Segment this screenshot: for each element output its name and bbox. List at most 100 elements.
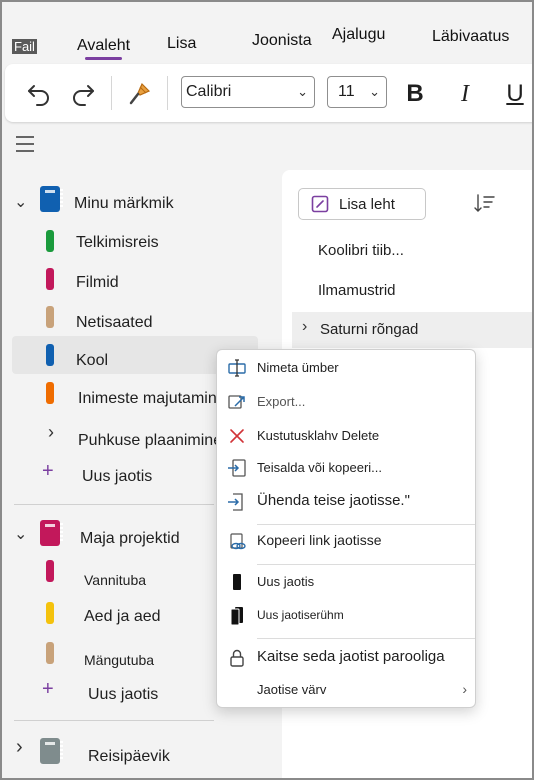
menu-draw[interactable]: Joonista xyxy=(252,32,312,50)
section-color-label: Jaotise värv xyxy=(257,682,327,697)
notebook-item[interactable]: › Reisipäevik xyxy=(2,734,260,772)
section-color-icon xyxy=(227,680,247,700)
section-item[interactable]: Filmid xyxy=(2,264,260,302)
menu-history[interactable]: Ajalugu xyxy=(332,26,385,44)
section-tab-icon xyxy=(46,230,54,252)
delete-menu-item[interactable]: Kustutusklahv Delete xyxy=(217,422,475,452)
add-page-label: Lisa leht xyxy=(339,196,395,213)
link-icon xyxy=(227,532,247,552)
chevron-right-icon[interactable]: › xyxy=(16,736,23,759)
menu-separator xyxy=(257,564,475,565)
menu-home[interactable]: Avaleht xyxy=(77,37,130,60)
section-tab-icon xyxy=(46,642,54,664)
chevron-down-icon: ⌄ xyxy=(369,84,380,99)
ribbon-toolbar: Calibri ⌄ 11 ⌄ B I U xyxy=(5,64,532,122)
notebook-item[interactable]: ⌄ Minu märkmik xyxy=(2,184,260,222)
rename-icon xyxy=(227,358,247,378)
onenote-window: Fail Avaleht Lisa Joonista Ajalugu Läbiv… xyxy=(0,0,534,780)
font-size-dropdown[interactable]: 11 ⌄ xyxy=(327,76,387,108)
merge-menu-item[interactable]: Ühenda teise jaotisse." xyxy=(217,488,475,518)
bold-button[interactable]: B xyxy=(399,78,431,110)
menu-file[interactable]: Fail xyxy=(12,39,37,54)
plus-icon: + xyxy=(42,678,54,700)
page-item[interactable]: Ilmamustrid xyxy=(318,282,396,299)
underline-button[interactable]: U xyxy=(499,78,531,110)
font-name-value: Calibri xyxy=(186,83,232,100)
export-icon xyxy=(227,392,247,412)
export-label: Export... xyxy=(257,394,306,409)
section-tab-icon xyxy=(46,344,54,366)
plus-icon: + xyxy=(42,460,54,482)
password-protect-menu-item[interactable]: Kaitse seda jaotist parooliga xyxy=(217,644,475,674)
menu-insert[interactable]: Lisa xyxy=(167,35,196,53)
new-section-group-label: Uus jaotiserühm xyxy=(257,608,344,622)
new-section-group-icon xyxy=(227,606,247,626)
chevron-down-icon[interactable]: ⌄ xyxy=(14,524,27,544)
move-copy-label: Teisalda või kopeeri... xyxy=(257,460,383,475)
page-item[interactable]: Koolibri tiib... xyxy=(318,242,404,259)
add-section-label: Uus jaotis xyxy=(82,468,153,485)
copy-link-label: Kopeeri link jaotisse xyxy=(257,532,382,548)
chevron-right-icon: › xyxy=(462,681,467,697)
new-section-menu-item[interactable]: Uus jaotis xyxy=(217,568,475,598)
move-copy-menu-item[interactable]: Teisalda või kopeeri... xyxy=(217,454,475,484)
notebook-divider xyxy=(14,720,214,721)
notebook-icon xyxy=(40,520,63,546)
notebook-name: Reisipäevik xyxy=(88,748,170,765)
section-tab-icon xyxy=(46,602,54,624)
section-tab-icon xyxy=(46,268,54,290)
move-copy-icon xyxy=(227,458,247,478)
section-tab-icon xyxy=(46,382,54,404)
section-name: Kool xyxy=(76,352,109,369)
notebook-icon xyxy=(40,186,63,212)
delete-icon xyxy=(227,426,247,446)
section-tab-icon xyxy=(46,306,54,328)
toolbar-separator xyxy=(111,76,112,110)
menu-bar: Fail Avaleht Lisa Joonista Ajalugu Läbiv… xyxy=(2,2,532,60)
font-size-value: 11 xyxy=(338,83,355,100)
chevron-down-icon: ⌄ xyxy=(297,84,308,99)
format-painter-icon xyxy=(129,82,151,105)
notebook-name: Maja projektid xyxy=(80,530,180,547)
lock-icon xyxy=(227,648,247,668)
format-painter-button[interactable] xyxy=(123,78,155,110)
section-group-name: Puhkuse plaanimine xyxy=(78,432,223,449)
section-name: Netisaated xyxy=(76,314,153,331)
delete-label: Kustutusklahv Delete xyxy=(257,428,380,443)
section-name: Filmid xyxy=(76,274,119,291)
add-page-button[interactable]: Lisa leht xyxy=(298,188,426,220)
toolbar-separator xyxy=(167,76,168,110)
notebook-icon xyxy=(40,738,63,764)
chevron-down-icon[interactable]: ⌄ xyxy=(14,192,27,212)
sort-icon[interactable] xyxy=(474,192,496,214)
add-page-icon xyxy=(311,195,329,213)
section-name: Telkimisreis xyxy=(76,234,159,251)
notebook-divider xyxy=(14,504,214,505)
undo-button[interactable] xyxy=(23,78,55,110)
navigation-menu-icon[interactable] xyxy=(16,136,34,152)
notebook-name: Minu märkmik xyxy=(74,195,174,212)
redo-button[interactable] xyxy=(67,78,99,110)
italic-button[interactable]: I xyxy=(449,78,481,110)
section-name: Aed ja aed xyxy=(84,608,161,625)
section-color-menu-item[interactable]: Jaotise värv › xyxy=(217,676,475,706)
password-protect-label: Kaitse seda jaotist parooliga xyxy=(257,648,445,665)
chevron-right-icon[interactable]: › xyxy=(302,318,307,336)
font-name-dropdown[interactable]: Calibri ⌄ xyxy=(181,76,315,108)
copy-link-menu-item[interactable]: Kopeeri link jaotisse xyxy=(217,528,475,558)
add-section-label: Uus jaotis xyxy=(88,686,159,703)
new-section-label: Uus jaotis xyxy=(257,574,315,589)
page-item[interactable]: Saturni rõngad xyxy=(320,321,418,338)
section-name: Vannituba xyxy=(84,572,147,588)
section-item[interactable]: Telkimisreis xyxy=(2,224,260,262)
section-context-menu: Nimeta ümber Export... Kustutusklahv Del… xyxy=(216,349,476,708)
undo-icon xyxy=(28,85,49,106)
export-menu-item[interactable]: Export... xyxy=(217,388,475,418)
menu-review[interactable]: Läbivaatus xyxy=(432,28,509,46)
menu-separator xyxy=(257,638,475,639)
chevron-right-icon[interactable]: › xyxy=(48,422,54,443)
rename-menu-item[interactable]: Nimeta ümber xyxy=(217,354,475,384)
redo-icon xyxy=(73,85,94,106)
new-section-group-menu-item[interactable]: Uus jaotiserühm xyxy=(217,602,475,632)
new-section-icon xyxy=(227,572,247,592)
